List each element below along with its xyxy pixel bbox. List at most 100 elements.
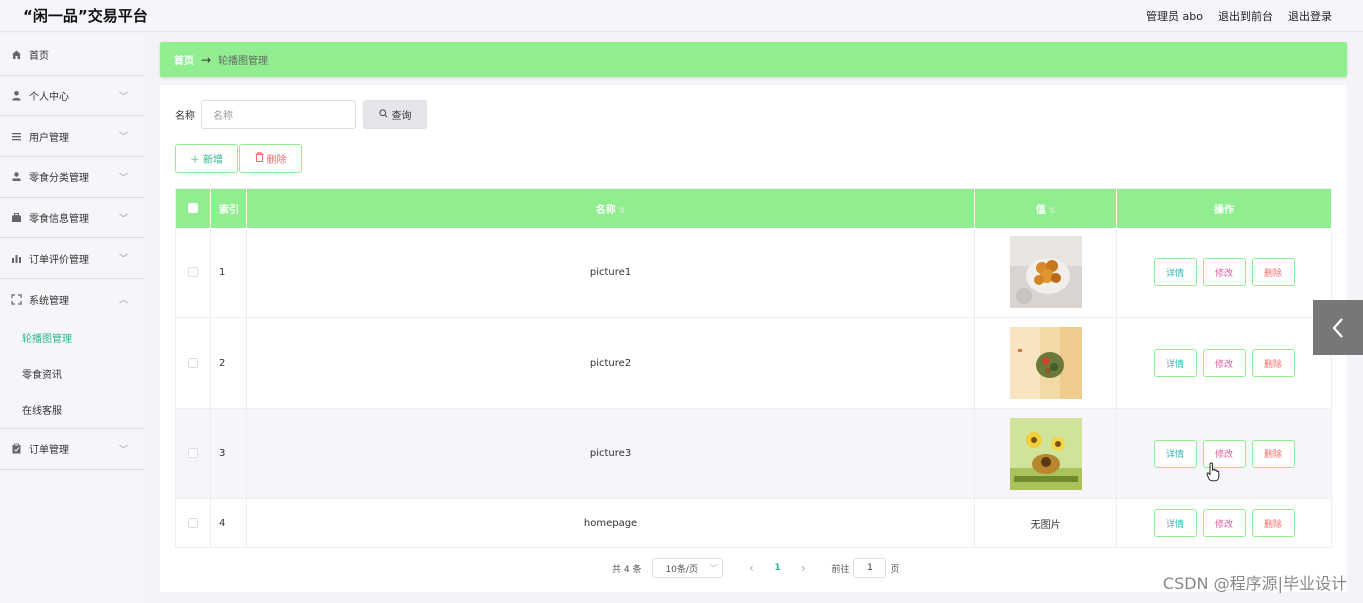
row-checkbox[interactable] [187,448,198,458]
row-ops-cell: 详情 修改 删除 [1116,227,1332,318]
top-bar: “闲一品”交易平台 管理员 abo 退出到前台 退出登录 [0,0,1363,32]
delete-button[interactable]: 删除 [1251,439,1295,468]
search-button-label: 查询 [391,111,412,122]
search-input[interactable]: 名称 [201,100,356,129]
chevron-down-icon: ﹀ [709,563,718,573]
action-buttons: ＋ 新增 删除 [175,144,302,173]
home-icon [11,49,22,60]
header-name[interactable]: 名称 ⇅ [246,188,976,228]
main-panel: 名称 名称 查询 ＋ 新增 删除 索引 名称 ⇅ 值 ⇅ 操作 1 pictur… [160,85,1347,592]
sidebar-item-label: 个人中心 [29,92,69,104]
sidebar-item-orders[interactable]: 订单管理 ﹀ [0,429,145,470]
search-label: 名称 [175,111,195,122]
header-value-label: 值 [1035,204,1046,216]
sidebar-item-home[interactable]: 首页 [0,35,145,76]
table-row: 3 picture3 详情 修改 删除 [175,408,1332,499]
table-header-row: 索引 名称 ⇅ 值 ⇅ 操作 [175,188,1332,228]
fried-snack-image[interactable] [1009,236,1082,309]
header-actions: 管理员 abo 退出到前台 退出登录 [1146,8,1332,24]
goto-page-input[interactable]: 1 [853,558,887,578]
system-submenu: 轮播图管理 零食资讯 在线客服 [0,320,145,429]
person-icon [11,171,22,182]
list-icon [11,131,22,142]
sidebar-item-personal[interactable]: 个人中心 ﹀ [0,76,145,117]
page-size-select[interactable]: 10条/页 ﹀ [652,558,724,578]
add-button[interactable]: ＋ 新增 [175,144,238,173]
watermark: CSDN @程序源|毕业设计 [1162,574,1347,593]
add-button-label: 新增 [203,155,223,166]
next-page-button[interactable]: › [793,561,813,575]
bar-chart-icon [11,253,22,264]
sidebar-item-label: 订单评价管理 [29,254,89,266]
sidebar-subitem-online-service[interactable]: 在线客服 [0,392,145,428]
page-size-value: 10条/页 [665,564,698,575]
sidebar-item-system[interactable]: 系统管理 ︿ [0,279,145,320]
user-icon [11,90,22,101]
search-bar: 名称 名称 查询 [175,100,427,129]
row-index: 1 [210,227,247,318]
breadcrumb-arrow: → [201,52,212,67]
salad-bowl-image[interactable] [1009,327,1082,399]
sidebar-item-order-review[interactable]: 订单评价管理 ﹀ [0,238,145,280]
row-ops-cell: 详情 修改 删除 [1116,408,1332,499]
sort-icon[interactable]: ⇅ [1049,206,1056,215]
row-check-cell [175,498,211,548]
detail-button[interactable]: 详情 [1153,349,1197,377]
prev-page-button[interactable]: ‹ [741,561,761,575]
chevron-left-icon [1332,317,1343,338]
row-checkbox[interactable] [187,266,198,277]
sidebar-item-users[interactable]: 用户管理 ﹀ [0,116,145,158]
row-index: 4 [210,498,247,548]
row-checkbox[interactable] [187,517,198,528]
row-check-cell [175,227,211,318]
table-row: 2 picture2 详情 修改 删除 [175,317,1332,409]
chevron-down-icon: ﹀ [118,92,128,103]
detail-button[interactable]: 详情 [1153,439,1197,468]
search-button[interactable]: 查询 [363,100,427,129]
side-panel-toggle[interactable] [1313,300,1363,355]
detail-button[interactable]: 详情 [1153,258,1197,287]
carousel-table: 索引 名称 ⇅ 值 ⇅ 操作 1 picture1 详情 修改 删除 2 pic… [175,188,1332,548]
delete-button[interactable]: 删除 [1251,509,1295,537]
sunflower-dish-image[interactable] [1009,417,1082,490]
edit-button[interactable]: 修改 [1202,258,1246,287]
sidebar-subitem-carousel[interactable]: 轮播图管理 [0,320,145,356]
header-value[interactable]: 值 ⇅ [974,188,1118,228]
row-check-cell [175,408,211,499]
clipboard-icon [11,443,22,454]
breadcrumb-home-link[interactable]: 首页 [174,52,194,67]
sidebar-item-snack-info[interactable]: 零食信息管理 ﹀ [0,198,145,239]
sort-icon[interactable]: ⇅ [619,206,626,215]
goto-label: 前往 [831,564,850,575]
sidebar-item-snack-category[interactable]: 零食分类管理 ﹀ [0,157,145,198]
edit-button[interactable]: 修改 [1202,509,1246,537]
select-all-cell [175,188,211,228]
logout-link[interactable]: 退出登录 [1288,8,1332,24]
batch-delete-button[interactable]: 删除 [239,144,302,173]
sidebar-subitem-snack-news[interactable]: 零食资讯 [0,356,145,392]
table-row: 4 homepage 无图片 详情 修改 删除 [175,498,1332,548]
chevron-down-icon: ﹀ [118,445,128,456]
delete-button[interactable]: 删除 [1251,258,1295,287]
detail-button[interactable]: 详情 [1153,509,1197,537]
search-placeholder: 名称 [213,111,233,122]
row-ops-cell: 详情 修改 删除 [1116,317,1332,409]
row-value-cell [974,227,1118,318]
pagination: 共 4 条 10条/页 ﹀ ‹ 1 › 前往 1 页 [612,558,899,578]
page-number[interactable]: 1 [767,563,787,573]
breadcrumb-current: 轮播图管理 [218,56,269,67]
row-checkbox[interactable] [187,357,198,368]
row-name: homepage [246,498,976,548]
edit-button[interactable]: 修改 [1202,349,1246,377]
delete-button[interactable]: 删除 [1251,349,1295,377]
sidebar-item-label: 零食分类管理 [29,173,89,185]
select-all-checkbox[interactable] [187,202,198,213]
row-index: 3 [210,408,247,499]
row-name: picture3 [246,408,976,499]
admin-label: 管理员 abo [1146,10,1203,23]
briefcase-icon [11,212,22,223]
row-value: 无图片 [974,498,1118,548]
back-to-front-link[interactable]: 退出到前台 [1218,8,1273,24]
sidebar: 首页 个人中心 ﹀ 用户管理 ﹀ 零食分类管理 ﹀ 零食信息管理 ﹀ 订单评价管… [0,35,145,603]
breadcrumb: 首页 → 轮播图管理 [160,42,1347,77]
